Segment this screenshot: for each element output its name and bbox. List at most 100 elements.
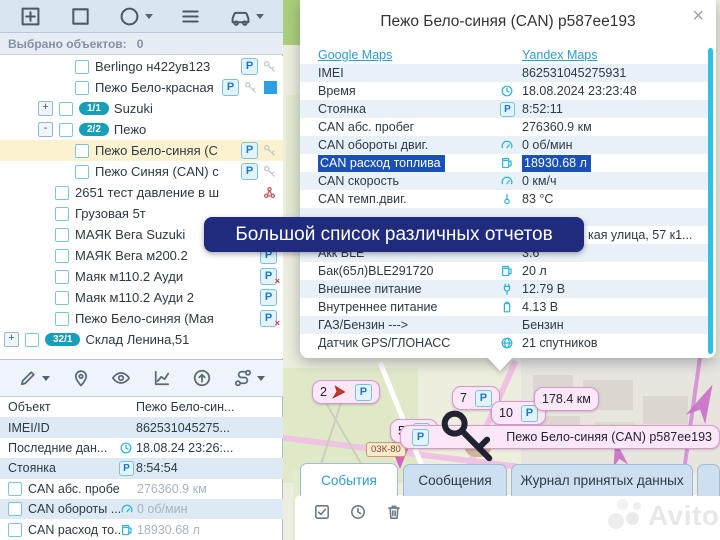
map-label-text: Пежо Бело-синяя (CAN) p587ee193 (506, 430, 712, 444)
tree-item[interactable]: 2651 тест давление в ш (0, 182, 283, 203)
checkbox[interactable] (55, 186, 69, 200)
checkbox[interactable] (55, 270, 69, 284)
checkbox[interactable] (59, 123, 73, 137)
tree-item[interactable]: Пежо Бело-краснаяP (0, 77, 283, 98)
checkbox[interactable] (75, 144, 89, 158)
tree-item[interactable]: Маяк м110.2 АудиP× (0, 266, 283, 287)
param-row: CAN скорость0 км/ч (300, 172, 712, 190)
geofence-rect-button[interactable] (69, 5, 92, 28)
tree-item[interactable]: Пежо Бело-синяя (СP (0, 140, 283, 161)
info-label: IMEI/ID (8, 421, 119, 435)
tree-item[interactable]: -2/2Пежо (0, 119, 283, 140)
tree-item[interactable]: +32/1Склад Ленина,51 (0, 329, 283, 350)
tree-item[interactable]: +1/1Suzuki (0, 98, 283, 119)
tree-item[interactable]: Пежо Бело-синяя (МаяP× (0, 308, 283, 329)
info-row: CAN абс. пробег276360.9 км (0, 479, 283, 499)
tab-Сообщения[interactable]: Сообщения (403, 464, 507, 496)
param-value: 20 л (522, 264, 702, 278)
tab-События[interactable]: События (300, 463, 398, 496)
tab-label: События (321, 473, 377, 488)
checkbox[interactable] (55, 207, 69, 221)
popup-scrollbar[interactable] (708, 48, 713, 354)
expand-icon[interactable]: + (38, 101, 53, 116)
parking-icon: P (241, 163, 258, 180)
param-label: CAN обороты двиг. (318, 138, 500, 152)
vehicle-icon (229, 5, 252, 28)
info-value: 18.08.24 23:26:... (136, 441, 283, 455)
send-button[interactable] (192, 368, 212, 388)
tab-Журнал принятых данных[interactable]: Журнал принятых данных (511, 464, 693, 496)
sensor-icon (262, 185, 277, 200)
history-button[interactable] (349, 503, 367, 521)
param-label: ГАЗ/Бензин ---> (318, 318, 500, 332)
tab-label: Журнал принятых данных (520, 473, 683, 488)
param-row: CAN темп.двиг.83 °C (300, 190, 712, 208)
nav-arrow-icon (331, 384, 347, 400)
close-icon[interactable]: × (692, 6, 704, 26)
vehicle-button[interactable] (229, 5, 264, 28)
map-unit-label[interactable]: PПежо Бело-синяя (CAN) p587ee193 (400, 425, 720, 449)
checkbox[interactable] (8, 502, 22, 516)
expand-icon[interactable]: + (4, 332, 19, 347)
route-button[interactable] (233, 368, 265, 388)
location-pin-button[interactable] (71, 368, 91, 388)
google-maps-link[interactable]: Google Maps (318, 48, 392, 62)
checkbox[interactable] (55, 228, 69, 242)
add-object-button[interactable] (19, 5, 42, 28)
unit-label: Пежо Бело-красная (95, 80, 214, 95)
yandex-maps-link[interactable]: Yandex Maps (522, 48, 598, 62)
checkbox[interactable] (75, 165, 89, 179)
list-button[interactable] (179, 5, 202, 28)
chart-icon (152, 368, 172, 388)
info-row: CAN расход то...18930.68 л (0, 519, 283, 539)
checkbox[interactable] (75, 60, 89, 74)
map-unit-label[interactable]: 2P (312, 380, 380, 404)
eye-button[interactable] (111, 368, 131, 388)
key-icon (433, 402, 502, 471)
checkbox[interactable] (59, 102, 73, 116)
app-window: 2P7P10P178.4 км5PPПежо Бело-синяя (CAN) … (0, 0, 720, 540)
geofence-circle-button[interactable] (118, 5, 153, 28)
fuel-icon (500, 156, 514, 170)
tree-item[interactable]: Пежо Синяя (CAN) сP (0, 161, 283, 182)
tree-item[interactable]: Berlingo н422ув123P (0, 56, 283, 77)
object-info-table: ОбъектПежо Бело-син... IMEI/ID 86253104527… (0, 397, 283, 540)
unit-label: Склад Ленина,51 (85, 332, 189, 347)
info-value: 0 об/мин (137, 502, 283, 516)
road-number-label: 03К-80 (366, 442, 406, 457)
parking-icon: P (241, 142, 258, 159)
chart-button[interactable] (152, 368, 172, 388)
tab-stub[interactable] (697, 464, 720, 496)
unit-label: Маяк м110.2 Ауди 2 (75, 290, 194, 305)
parking-icon: P (355, 384, 372, 401)
checkbox[interactable] (8, 523, 22, 537)
popup-title: Пежо Бело-синяя (CAN) p587ee193 (300, 0, 716, 33)
satellite-icon (500, 336, 514, 350)
unit-label: Suzuki (114, 101, 153, 116)
checkbox[interactable] (55, 291, 69, 305)
param-row: Внешнее питание12.79 В (300, 280, 712, 298)
checkbox[interactable] (8, 482, 22, 496)
trash-button[interactable] (385, 503, 403, 521)
selected-objects-count: 0 (137, 37, 144, 51)
status-square-icon (264, 81, 277, 94)
select-all-icon (313, 503, 331, 521)
row-icons: P (237, 58, 283, 75)
tree-item[interactable]: Маяк м110.2 Ауди 2P (0, 287, 283, 308)
checkbox[interactable] (55, 312, 69, 326)
checkbox[interactable] (75, 81, 89, 95)
map-area (283, 0, 300, 45)
caret-down-icon (145, 14, 153, 19)
info-row: ОбъектПежо Бело-син... (0, 397, 283, 417)
info-value: 862531045275... (136, 421, 283, 435)
history-icon (349, 503, 367, 521)
map-unit-label[interactable]: 178.4 км (534, 387, 599, 411)
select-all-button[interactable] (313, 503, 331, 521)
collapse-icon[interactable]: - (38, 122, 53, 137)
checkbox[interactable] (25, 333, 39, 347)
checkbox[interactable] (55, 249, 69, 263)
sidebar: Выбрано объектов: 0 Berlingo н422ув123PП… (0, 0, 283, 540)
map-label-text: 178.4 км (542, 392, 591, 406)
edit-button[interactable] (18, 368, 50, 388)
param-row: ГАЗ/Бензин --->Бензин (300, 316, 712, 334)
